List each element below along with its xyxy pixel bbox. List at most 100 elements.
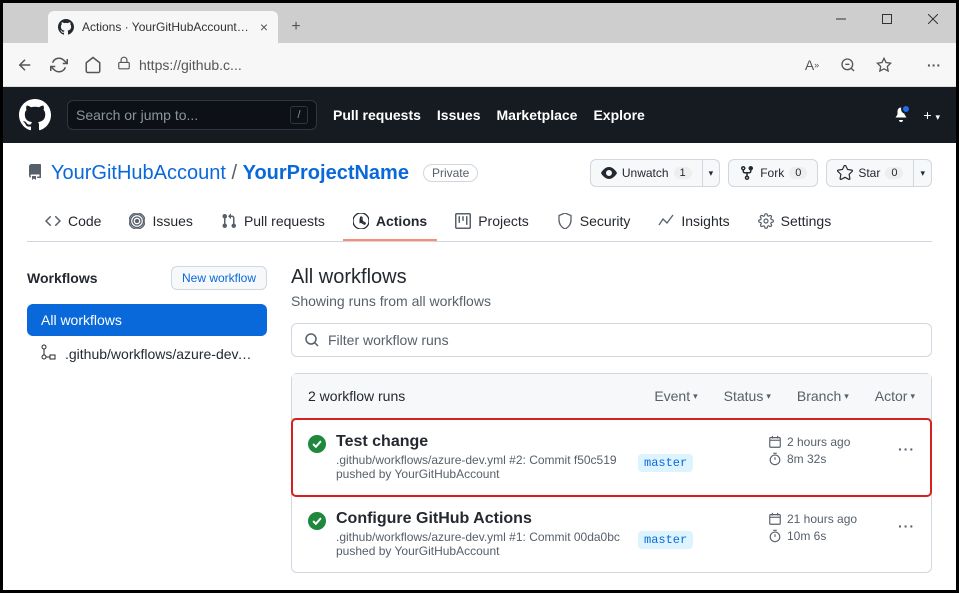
watch-label: Unwatch	[622, 166, 669, 180]
sidebar: Workflows New workflow All workflows .gi…	[27, 266, 267, 573]
filter-actor[interactable]: Actor ▾	[875, 388, 915, 404]
fork-count: 0	[789, 167, 807, 179]
create-menu[interactable]: + ▾	[923, 107, 940, 123]
repo-header: YourGitHubAccount / YourProjectName Priv…	[3, 143, 956, 242]
more-button[interactable]: ···	[924, 55, 944, 75]
tab-security[interactable]: Security	[547, 203, 641, 241]
github-search[interactable]: Search or jump to... /	[67, 100, 317, 130]
refresh-button[interactable]	[49, 55, 69, 75]
visibility-badge: Private	[423, 164, 478, 182]
close-icon[interactable]: ×	[260, 19, 268, 35]
sidebar-all-workflows[interactable]: All workflows	[27, 304, 267, 336]
url-box[interactable]: https://github.c...	[117, 56, 242, 73]
workflow-icon	[41, 344, 57, 363]
search-placeholder: Search or jump to...	[76, 107, 198, 123]
text-size-button[interactable]: A»	[802, 55, 822, 75]
watch-button[interactable]: Unwatch 1	[590, 159, 703, 187]
watch-group: Unwatch 1 ▾	[590, 159, 720, 187]
filter-event[interactable]: Event ▾	[654, 388, 697, 404]
success-icon	[308, 435, 326, 456]
run-menu-button[interactable]: ···	[898, 510, 915, 534]
filter-input[interactable]: Filter workflow runs	[291, 323, 932, 357]
all-workflows-label: All workflows	[41, 312, 122, 328]
url-text: https://github.c...	[139, 57, 242, 73]
calendar-icon	[768, 512, 782, 526]
window-controls	[818, 3, 956, 35]
repo-owner[interactable]: YourGitHubAccount	[51, 162, 226, 184]
branch-pill[interactable]: master	[638, 454, 693, 472]
filter-placeholder: Filter workflow runs	[328, 332, 449, 348]
tab-pulls[interactable]: Pull requests	[211, 203, 335, 241]
minimize-button[interactable]	[818, 3, 864, 35]
tab-issues[interactable]: Issues	[119, 203, 202, 241]
page-title: All workflows	[291, 266, 932, 289]
browser-tab[interactable]: Actions · YourGitHubAccount/Yo ×	[48, 11, 278, 43]
workflow-label: .github/workflows/azure-dev....	[65, 346, 253, 362]
content: Workflows New workflow All workflows .gi…	[3, 242, 956, 597]
star-count: 0	[885, 167, 903, 179]
back-button[interactable]	[15, 55, 35, 75]
repo-icon	[27, 164, 43, 183]
run-row[interactable]: Configure GitHub Actions .github/workflo…	[292, 496, 931, 572]
maximize-button[interactable]	[864, 3, 910, 35]
runs-header: 2 workflow runs Event ▾ Status ▾ Branch …	[292, 374, 931, 419]
new-workflow-button[interactable]: New workflow	[171, 266, 267, 290]
nav-explore[interactable]: Explore	[593, 107, 644, 123]
runs-box: 2 workflow runs Event ▾ Status ▾ Branch …	[291, 373, 932, 573]
sidebar-title: Workflows	[27, 270, 98, 286]
nav-marketplace[interactable]: Marketplace	[497, 107, 578, 123]
stopwatch-icon	[768, 529, 782, 543]
notifications-button[interactable]	[893, 106, 909, 125]
branch-pill[interactable]: master	[638, 531, 693, 549]
zoom-button[interactable]	[838, 55, 858, 75]
tab-code[interactable]: Code	[35, 203, 111, 241]
run-time: 21 hours ago 10m 6s	[768, 510, 888, 546]
tab-settings[interactable]: Settings	[748, 203, 842, 241]
slash-hint: /	[290, 106, 308, 124]
run-title: Configure GitHub Actions	[336, 510, 628, 528]
run-meta: .github/workflows/azure-dev.yml #1: Comm…	[336, 530, 628, 558]
star-button[interactable]: Star 0	[826, 159, 914, 187]
github-favicon	[58, 19, 74, 35]
new-tab-button[interactable]: +	[282, 13, 310, 41]
search-icon	[304, 332, 320, 348]
tab-projects[interactable]: Projects	[445, 203, 539, 241]
filter-branch[interactable]: Branch ▾	[797, 388, 849, 404]
stopwatch-icon	[768, 452, 782, 466]
browser-titlebar: Actions · YourGitHubAccount/Yo × +	[3, 3, 956, 43]
favorite-button[interactable]	[874, 55, 894, 75]
github-header: Search or jump to... / Pull requests Iss…	[3, 87, 956, 143]
address-bar: https://github.c... A» ···	[3, 43, 956, 87]
home-button[interactable]	[83, 55, 103, 75]
sidebar-workflow-item[interactable]: .github/workflows/azure-dev....	[27, 336, 267, 371]
notification-dot	[901, 104, 911, 114]
nav-issues[interactable]: Issues	[437, 107, 481, 123]
star-group: Star 0 ▾	[826, 159, 932, 187]
fork-label: Fork	[760, 166, 784, 180]
success-icon	[308, 512, 326, 533]
tab-actions[interactable]: Actions	[343, 203, 437, 241]
watch-dropdown[interactable]: ▾	[703, 159, 721, 187]
fork-button[interactable]: Fork 0	[728, 159, 818, 187]
tab-strip: Actions · YourGitHubAccount/Yo × +	[3, 3, 310, 43]
star-dropdown[interactable]: ▾	[914, 159, 932, 187]
calendar-icon	[768, 435, 782, 449]
nav-pulls[interactable]: Pull requests	[333, 107, 421, 123]
tab-insights[interactable]: Insights	[648, 203, 739, 241]
run-row[interactable]: Test change .github/workflows/azure-dev.…	[292, 419, 931, 496]
runs-count: 2 workflow runs	[308, 388, 405, 404]
run-meta: .github/workflows/azure-dev.yml #2: Comm…	[336, 453, 628, 481]
page-subtitle: Showing runs from all workflows	[291, 293, 932, 309]
watch-count: 1	[674, 167, 692, 179]
filter-status[interactable]: Status ▾	[724, 388, 771, 404]
github-logo[interactable]	[19, 99, 51, 131]
star-label: Star	[858, 166, 880, 180]
run-menu-button[interactable]: ···	[898, 433, 915, 457]
repo-tabs: Code Issues Pull requests Actions Projec…	[27, 203, 932, 242]
repo-path: YourGitHubAccount / YourProjectName	[51, 162, 409, 185]
repo-name[interactable]: YourProjectName	[243, 162, 409, 184]
tab-title: Actions · YourGitHubAccount/Yo	[82, 20, 252, 34]
run-time: 2 hours ago 8m 32s	[768, 433, 888, 469]
close-window-button[interactable]	[910, 3, 956, 35]
github-nav: Pull requests Issues Marketplace Explore	[333, 107, 645, 123]
